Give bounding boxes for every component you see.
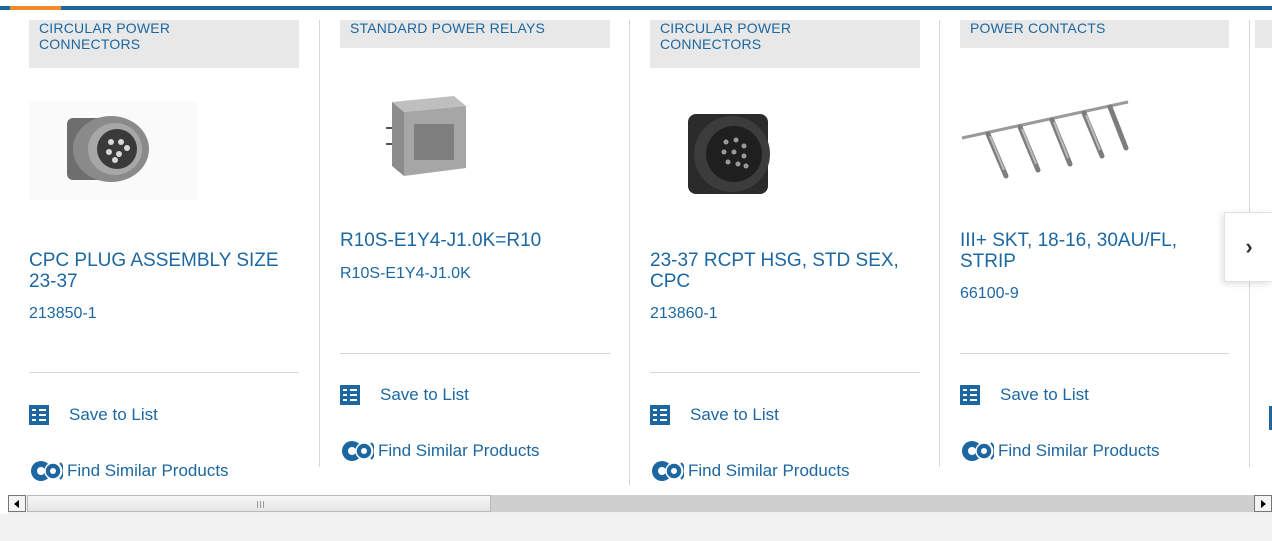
category-label[interactable]: CIRCULAR POWER CONNECTORS — [650, 20, 920, 68]
category-label[interactable]: POWER CONTACTS — [960, 20, 1229, 48]
checklist-icon — [960, 385, 980, 405]
scroll-left-arrow[interactable] — [8, 495, 26, 512]
product-card: CIRCULAR POWER CONNECTORS 23-37 RCPT HSG… — [650, 20, 920, 482]
top-accent-bar — [0, 0, 1272, 10]
save-to-list-button[interactable]: Save to List — [960, 385, 1089, 405]
find-similar-button[interactable]: Find Similar Products — [960, 440, 1160, 462]
product-card: STANDARD POWER RELAYS R10S-E1Y4-J1.0K=R1… — [340, 20, 610, 480]
part-number[interactable]: 66100-9 — [960, 285, 1019, 303]
gears-icon — [652, 461, 684, 481]
save-to-list-button[interactable]: Save to List — [340, 385, 469, 405]
part-number[interactable]: R10S-E1Y4-J1.0K — [340, 265, 471, 283]
product-image[interactable] — [370, 88, 470, 188]
part-number[interactable]: 213860-1 — [650, 305, 718, 323]
product-image[interactable] — [684, 106, 778, 204]
product-title[interactable]: R10S-E1Y4-J1.0K=R10 — [340, 230, 610, 251]
find-similar-label: Find Similar Products — [67, 461, 229, 480]
find-similar-button[interactable]: Find Similar Products — [650, 460, 850, 482]
product-card: CIRCULAR POWER CONNECTORS CPC PLUG ASSEM… — [29, 20, 299, 482]
horizontal-scrollbar[interactable] — [8, 495, 1272, 514]
product-title[interactable]: 23-37 RCPT HSG, STD SEX, CPC — [650, 250, 920, 292]
gears-icon — [342, 441, 374, 461]
checklist-icon — [340, 385, 360, 405]
save-to-list-label: Save to List — [690, 405, 779, 424]
gears-icon — [962, 441, 994, 461]
gears-icon — [31, 461, 63, 481]
part-number[interactable]: 213850-1 — [29, 305, 97, 323]
product-title[interactable]: CPC PLUG ASSEMBLY SIZE 23-37 — [29, 250, 299, 292]
save-to-list-label: Save to List — [1000, 385, 1089, 404]
card-divider — [650, 372, 920, 373]
category-label[interactable]: CIRCULAR POWER CONNECTORS — [29, 20, 299, 68]
footer-area — [0, 514, 1272, 541]
find-similar-label: Find Similar Products — [378, 441, 540, 460]
next-card-category-peek — [1255, 20, 1272, 48]
save-to-list-button[interactable]: Save to List — [29, 405, 158, 425]
find-similar-button[interactable]: Find Similar Products — [340, 440, 540, 462]
checklist-icon — [650, 405, 670, 425]
card-divider — [29, 372, 299, 373]
card-separator — [319, 20, 320, 467]
chevron-right-icon: › — [1245, 234, 1253, 259]
find-similar-button[interactable]: Find Similar Products — [29, 460, 229, 482]
save-to-list-button[interactable]: Save to List — [650, 405, 779, 425]
save-to-list-label: Save to List — [69, 405, 158, 424]
checklist-icon — [29, 405, 49, 425]
card-divider — [960, 353, 1229, 354]
product-image[interactable] — [29, 102, 197, 200]
category-label[interactable]: STANDARD POWER RELAYS — [340, 20, 610, 48]
scrollbar-track[interactable] — [491, 495, 1254, 512]
grip-icon — [257, 501, 266, 508]
find-similar-label: Find Similar Products — [998, 441, 1160, 460]
carousel-next-button[interactable]: › — [1224, 212, 1272, 282]
product-image[interactable] — [960, 90, 1132, 190]
save-to-list-label: Save to List — [380, 385, 469, 404]
product-card: POWER CONTACTS III+ SKT, 18-16, 30AU/FL,… — [960, 20, 1229, 480]
product-title[interactable]: III+ SKT, 18-16, 30AU/FL, STRIP — [960, 230, 1229, 272]
scroll-right-arrow[interactable] — [1254, 495, 1272, 512]
product-carousel: CIRCULAR POWER CONNECTORS CPC PLUG ASSEM… — [0, 10, 1272, 490]
scrollbar-thumb[interactable] — [27, 495, 491, 512]
card-divider — [340, 353, 610, 354]
find-similar-label: Find Similar Products — [688, 461, 850, 480]
card-separator — [629, 20, 630, 485]
card-separator — [939, 20, 940, 467]
